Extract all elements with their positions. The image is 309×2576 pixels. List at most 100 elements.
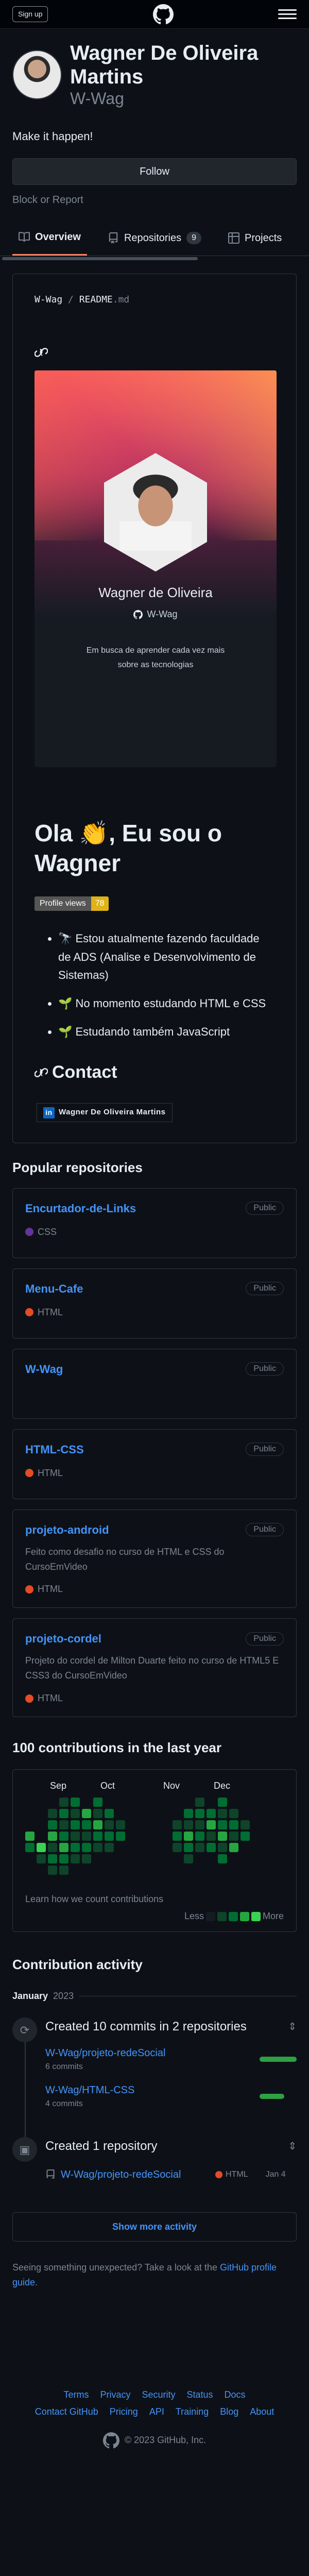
legend-cell [239, 1911, 249, 1921]
contribution-cell [82, 1843, 91, 1853]
footer-link[interactable]: Security [142, 2388, 175, 2402]
repo-card-header: W-Wag Public [25, 1361, 284, 1378]
commit-repo-link[interactable]: W-Wag/projeto-redeSocial [45, 2047, 165, 2059]
show-more-activity-button[interactable]: Show more activity [12, 2212, 297, 2242]
contribution-cell [105, 1832, 114, 1841]
fold-icon[interactable]: ⇕ [288, 2139, 297, 2154]
card-name: Wagner de Oliveira [98, 585, 213, 601]
profile-views-badge: Profile views 78 [35, 896, 109, 911]
hamburger-icon[interactable] [278, 7, 297, 22]
list-item: 🌱 Estudando também JavaScript [58, 1023, 274, 1041]
repo-name-link[interactable]: Encurtador-de-Links [25, 1200, 136, 1217]
contribution-cell [48, 1809, 57, 1819]
footer-link[interactable]: Pricing [110, 2405, 138, 2419]
tab-projects[interactable]: Projects [222, 220, 288, 256]
contribution-cell [218, 1854, 227, 1864]
profile-section: Wagner De Oliveira Martins W-Wag Make it… [0, 29, 309, 220]
repo-icon [46, 2170, 55, 2179]
repo-card-header: projeto-android Public [25, 1521, 284, 1538]
github-mark-icon[interactable] [102, 2432, 119, 2449]
repo-language: HTML [25, 1582, 284, 1596]
commit-repo-link[interactable]: W-Wag/HTML-CSS [45, 2084, 134, 2096]
language-dot [215, 2171, 222, 2179]
readme-owner[interactable]: W-Wag [35, 294, 62, 305]
repo-name-link[interactable]: projeto-cordel [25, 1630, 101, 1647]
repo-language-label: CSS [38, 1226, 57, 1237]
contribution-cell [173, 1843, 182, 1853]
repo-language: HTML [215, 2168, 248, 2181]
readme-box: W-Wag / README.md Wagner de Oliveira W-W… [12, 274, 297, 1143]
contribution-cell [195, 1798, 204, 1807]
contribution-cell [207, 1832, 216, 1841]
repo-name-link[interactable]: HTML-CSS [25, 1441, 84, 1458]
repo-card: W-Wag Public [12, 1348, 297, 1419]
footer-link[interactable]: API [149, 2405, 164, 2419]
repo-language-label: HTML [38, 1693, 63, 1704]
commit-count[interactable]: 6 commits [45, 2061, 165, 2073]
event-header[interactable]: Created 1 repository ⇕ [45, 2137, 297, 2156]
contribution-cell [48, 1854, 57, 1864]
contribution-cell [218, 1809, 227, 1819]
activity-month-row: January 2023 [0, 1989, 309, 2003]
fold-icon[interactable]: ⇕ [288, 2019, 297, 2035]
follow-button[interactable]: Follow [12, 158, 297, 185]
linkedin-badge[interactable]: in Wagner De Oliveira Martins [37, 1103, 173, 1122]
contribution-cell [105, 1820, 114, 1830]
contribution-cell [59, 1820, 68, 1830]
footer-link[interactable]: Docs [225, 2388, 246, 2402]
tab-overview[interactable]: Overview [12, 220, 87, 256]
tabs-scrollbar[interactable] [0, 256, 309, 262]
unexpected-text: Seeing something unexpected? Take a look… [12, 2262, 217, 2273]
contribution-cell [184, 1809, 193, 1819]
contribution-cell [93, 1809, 102, 1819]
footer-link[interactable]: Training [176, 2405, 209, 2419]
profile-tabs: Overview Repositories 9 Projects [0, 220, 309, 257]
profile-name: Wagner De Oliveira Martins [70, 42, 259, 88]
event-title: Created 1 repository [45, 2139, 158, 2154]
footer-link[interactable]: About [250, 2405, 274, 2419]
page-footer: Terms Privacy Security Status Docs Contact G… [0, 2388, 309, 2449]
footer-link[interactable]: Status [187, 2388, 213, 2402]
contact-heading: Contact [35, 1059, 274, 1086]
profile-bio: Make it happen! [12, 130, 93, 143]
linkedin-label: Wagner De Oliveira Martins [59, 1108, 166, 1117]
contribution-cell [71, 1809, 80, 1819]
tabs-scrollbar-thumb[interactable] [2, 257, 198, 261]
profile-views-count: 78 [91, 896, 109, 911]
repo-name-link[interactable]: projeto-android [25, 1521, 109, 1538]
link-icon[interactable] [34, 346, 48, 359]
visibility-badge: Public [246, 1282, 284, 1296]
tab-repositories[interactable]: Repositories 9 [101, 220, 208, 256]
block-report-link[interactable]: Block or Report [12, 192, 297, 208]
repo-language-label: HTML [38, 1307, 63, 1317]
event-header[interactable]: Created 10 commits in 2 repositories ⇕ [45, 2018, 297, 2036]
created-repo-link[interactable]: W-Wag/projeto-redeSocial [61, 2167, 210, 2182]
commit-count[interactable]: 4 commits [45, 2098, 134, 2110]
sign-up-button[interactable]: Sign up [12, 6, 48, 22]
visibility-badge: Public [246, 1443, 284, 1456]
footer-link[interactable]: Contact GitHub [35, 2405, 98, 2419]
footer-link[interactable]: Privacy [100, 2388, 130, 2402]
book-icon [19, 232, 30, 242]
footer-link[interactable]: Blog [220, 2405, 238, 2419]
contribution-cell [71, 1843, 80, 1853]
contribution-cell [59, 1798, 68, 1807]
readme-list: 🔭 Estou atualmente fazendo faculdade de … [35, 929, 274, 1041]
repo-name-link[interactable]: W-Wag [25, 1361, 63, 1378]
github-mark-icon[interactable] [152, 4, 174, 25]
language-dot [25, 1228, 33, 1236]
linkedin-icon: in [43, 1107, 55, 1118]
profile-views-label: Profile views [35, 896, 91, 911]
avatar[interactable] [12, 50, 62, 100]
learn-contributions-link[interactable]: Learn how we count contributions [25, 1892, 163, 1906]
repositories-count-badge: 9 [186, 231, 202, 244]
footer-link[interactable]: Terms [63, 2388, 89, 2402]
link-icon[interactable] [35, 1066, 48, 1079]
repo-name-link[interactable]: Menu-Cafe [25, 1280, 83, 1297]
repo-push-icon: ▣ [12, 2137, 37, 2162]
repo-language: HTML [25, 1466, 284, 1480]
contribution-cell [59, 1843, 68, 1853]
readme-file: README [79, 294, 113, 306]
footer-copyright: © 2023 GitHub, Inc. [124, 2435, 207, 2446]
contribution-footer: Learn how we count contributions [25, 1892, 284, 1906]
